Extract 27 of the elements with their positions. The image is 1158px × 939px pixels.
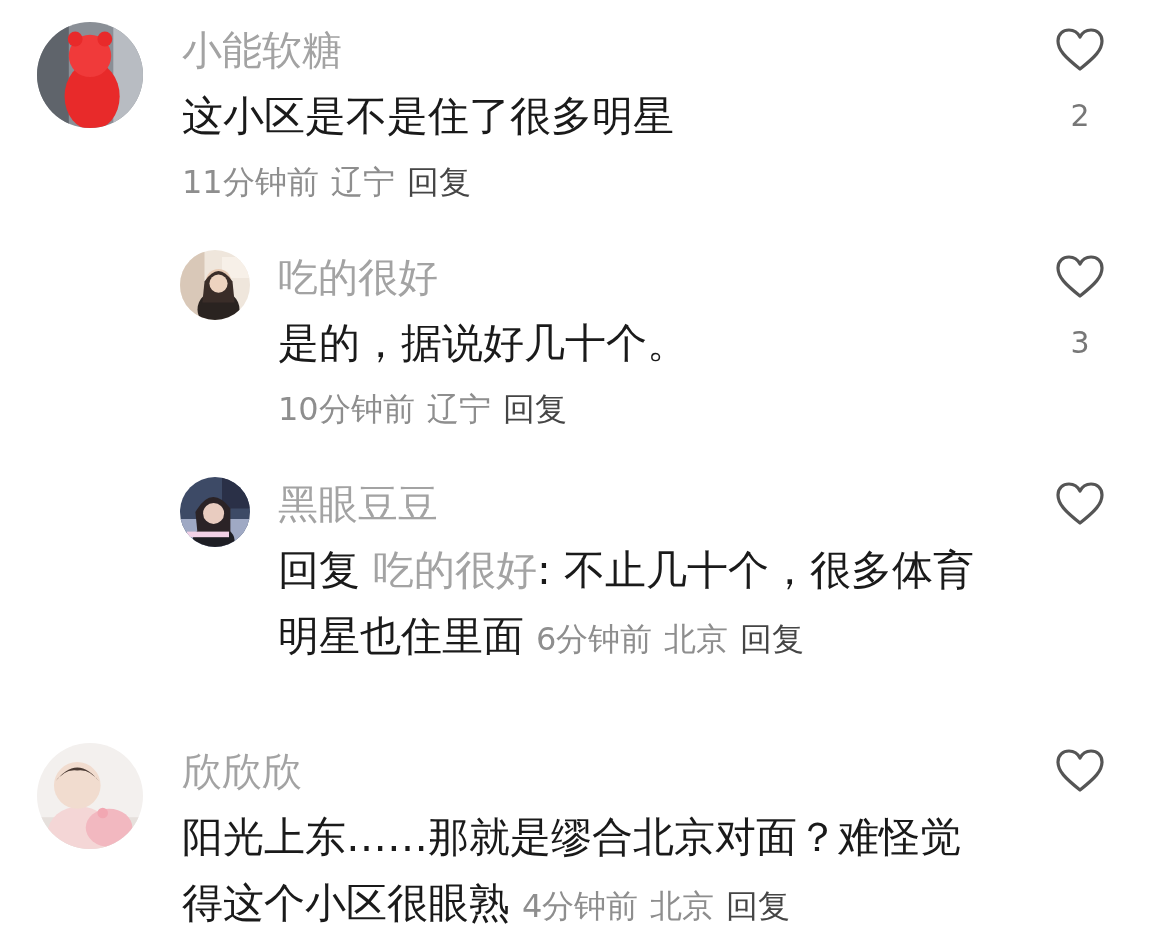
comment-location: 北京: [664, 620, 729, 658]
comment-time: 6分钟前: [536, 620, 653, 658]
heart-icon[interactable]: [1055, 481, 1105, 527]
comment-location: 辽宁: [426, 390, 491, 428]
comment-text: 是的，据说好几十个。: [278, 318, 689, 369]
comment-text: 这小区是不是住了很多明星: [182, 91, 675, 142]
user-name[interactable]: 小能软糖: [182, 17, 1035, 83]
user-name[interactable]: 黑眼豆豆: [278, 471, 1035, 537]
heart-icon[interactable]: [1055, 254, 1105, 300]
like-count: 2: [1070, 97, 1090, 135]
comment-time: 11分钟前: [182, 163, 319, 201]
reply-link[interactable]: 回复: [740, 620, 805, 658]
comment-location: 辽宁: [330, 163, 395, 201]
reply-link[interactable]: 回复: [502, 390, 567, 428]
heart-icon[interactable]: [1055, 748, 1105, 794]
comment-time: 10分钟前: [278, 390, 415, 428]
heart-icon[interactable]: [1055, 27, 1105, 73]
comment-text: 阳光上东……那就是缪合北京对面？难怪觉得这个小区很眼熟 4分钟前 北京 回复: [182, 812, 962, 929]
reply-link[interactable]: 回复: [726, 887, 791, 925]
like-count: 3: [1070, 324, 1090, 362]
comment-text: 回复 吃的很好: 不止几十个，很多体育明星也住里面 6分钟前 北京 回复: [278, 545, 975, 662]
user-name[interactable]: 吃的很好: [278, 244, 1035, 310]
user-name[interactable]: 欣欣欣: [182, 738, 1035, 804]
reply-link[interactable]: 回复: [406, 163, 471, 201]
comment-time: 4分钟前: [522, 887, 639, 925]
user-link[interactable]: 吃的很好: [373, 546, 538, 594]
comment-location: 北京: [650, 887, 715, 925]
